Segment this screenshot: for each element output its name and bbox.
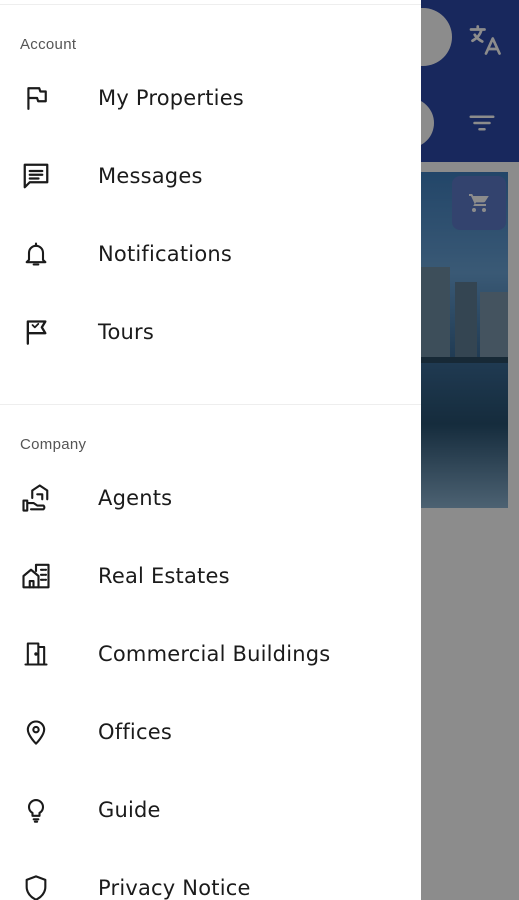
menu-item-label: Offices: [98, 720, 172, 744]
menu-item-privacy-notice[interactable]: Privacy Notice: [0, 857, 421, 900]
menu-item-real-estates[interactable]: Real Estates: [0, 545, 421, 607]
section-divider: [0, 404, 421, 405]
menu-item-label: Tours: [98, 320, 154, 344]
menu-item-offices[interactable]: Offices: [0, 701, 421, 763]
menu-item-messages[interactable]: Messages: [0, 145, 421, 207]
tour-flag-icon: [20, 316, 52, 348]
menu-item-label: Notifications: [98, 242, 233, 266]
menu-item-label: Agents: [98, 486, 173, 510]
menu-item-label: Messages: [98, 164, 203, 188]
bell-icon: [20, 238, 52, 270]
shield-icon: [20, 872, 52, 900]
location-pin-icon: [20, 716, 52, 748]
lightbulb-icon: [20, 794, 52, 826]
menu-item-label: Real Estates: [98, 564, 230, 588]
section-title-company: Company: [20, 436, 87, 453]
menu-item-guide[interactable]: Guide: [0, 779, 421, 841]
message-icon: [20, 160, 52, 192]
menu-item-label: Privacy Notice: [98, 876, 251, 900]
menu-item-my-properties[interactable]: My Properties: [0, 67, 421, 129]
navigation-drawer: Account My Properties Messages Notificat…: [0, 0, 421, 900]
flag-icon: [20, 82, 52, 114]
real-estate-icon: [20, 560, 52, 592]
drawer-top-divider: [0, 4, 421, 5]
agent-hand-house-icon: [20, 482, 52, 514]
menu-item-commercial-buildings[interactable]: Commercial Buildings: [0, 623, 421, 685]
menu-item-agents[interactable]: Agents: [0, 467, 421, 529]
menu-item-label: My Properties: [98, 86, 244, 110]
menu-item-label: Commercial Buildings: [98, 642, 331, 666]
door-building-icon: [20, 638, 52, 670]
menu-item-tours[interactable]: Tours: [0, 301, 421, 363]
menu-item-label: Guide: [98, 798, 161, 822]
menu-item-notifications[interactable]: Notifications: [0, 223, 421, 285]
section-title-account: Account: [20, 36, 77, 53]
